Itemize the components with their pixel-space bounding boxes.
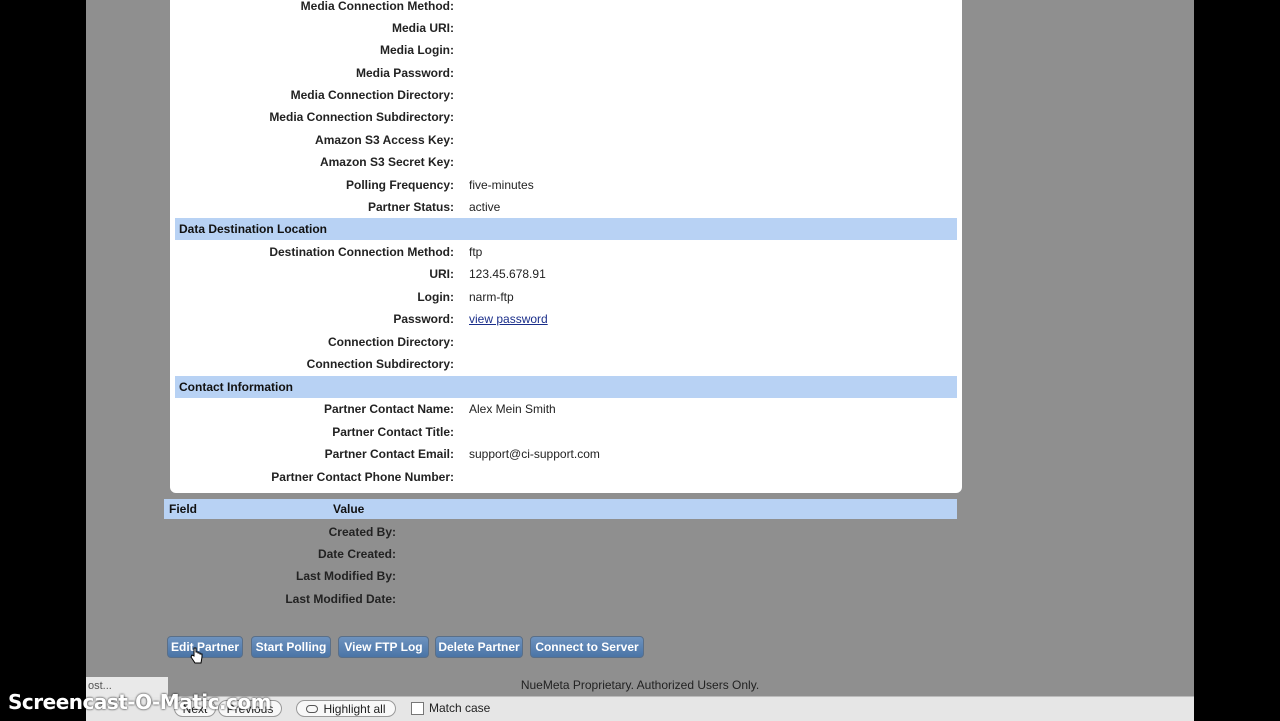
field-label: Polling Frequency:: [345, 178, 454, 192]
section-header-contact: Contact Information: [175, 376, 957, 398]
section-header-destination: Data Destination Location: [175, 218, 957, 240]
field-value: narm-ftp: [469, 290, 514, 304]
highlight-icon: [306, 704, 319, 713]
section-title: Contact Information: [179, 380, 293, 394]
field-row: Connection Subdirectory:: [170, 353, 962, 375]
field-row: Partner Status: active: [170, 196, 962, 218]
field-label: Destination Connection Method:: [269, 245, 454, 259]
field-row: Media Connection Method:: [170, 0, 962, 17]
field-row: Partner Contact Name: Alex Mein Smith: [170, 398, 962, 420]
field-label: Password:: [393, 312, 454, 326]
audit-table-header: Field Value: [164, 499, 957, 519]
field-label: Media Connection Method:: [300, 0, 454, 13]
field-label: Connection Subdirectory:: [306, 357, 454, 371]
field-row: Partner Contact Phone Number:: [170, 466, 962, 488]
field-row: Connection Directory:: [170, 331, 962, 353]
field-row: Partner Contact Title:: [170, 421, 962, 443]
field-label: Partner Status:: [367, 200, 454, 214]
field-value: five-minutes: [469, 178, 534, 192]
field-label: Partner Contact Phone Number:: [271, 470, 454, 484]
field-label: Partner Contact Name:: [323, 402, 454, 416]
audit-row: Date Created:: [164, 543, 464, 565]
field-label: Connection Directory:: [327, 335, 454, 349]
field-row: Partner Contact Email: support@ci-suppor…: [170, 443, 962, 465]
hand-cursor-icon: [190, 647, 203, 664]
field-value: support@ci-support.com: [469, 447, 600, 461]
field-label: Media Login:: [380, 43, 454, 57]
partner-detail-card: Media Connection Method: Media URI: Medi…: [170, 0, 962, 493]
audit-label: Date Created:: [317, 547, 396, 561]
field-label: Media Connection Directory:: [290, 88, 454, 102]
field-label: Login:: [417, 290, 454, 304]
match-case-label: Match case: [429, 701, 491, 715]
highlight-all-label: Highlight all: [323, 701, 386, 716]
audit-label: Last Modified By:: [295, 569, 396, 583]
field-value: Alex Mein Smith: [469, 402, 556, 416]
match-case-checkbox[interactable]: [411, 701, 424, 715]
field-label: URI:: [429, 267, 454, 281]
highlight-all-button[interactable]: Highlight all: [296, 700, 396, 717]
connect-to-server-button[interactable]: Connect to Server: [530, 636, 644, 658]
view-password-link[interactable]: view password: [469, 312, 548, 326]
field-row: Media URI:: [170, 17, 962, 39]
field-row: Polling Frequency: five-minutes: [170, 174, 962, 196]
field-row: Media Login:: [170, 39, 962, 61]
edit-partner-button[interactable]: Edit Partner: [167, 636, 243, 658]
field-value: ftp: [469, 245, 483, 259]
field-row: URI: 123.45.678.91: [170, 263, 962, 285]
field-row: Login: narm-ftp: [170, 286, 962, 308]
column-header-value: Value: [333, 502, 365, 516]
audit-label: Last Modified Date:: [285, 592, 396, 606]
field-row: Media Connection Directory:: [170, 84, 962, 106]
field-row: Amazon S3 Access Key:: [170, 129, 962, 151]
audit-row: Last Modified By:: [164, 565, 464, 587]
field-row: Destination Connection Method: ftp: [170, 241, 962, 263]
field-row: Media Password:: [170, 62, 962, 84]
match-case-option[interactable]: Match case: [411, 701, 490, 715]
field-label: Partner Contact Email:: [324, 447, 454, 461]
page-viewport: Media Connection Method: Media URI: Medi…: [86, 0, 1194, 696]
field-value: active: [469, 200, 501, 214]
field-row: Amazon S3 Secret Key:: [170, 151, 962, 173]
field-value: 123.45.678.91: [469, 267, 546, 281]
audit-row: Last Modified Date:: [164, 588, 464, 610]
audit-label: Created By:: [328, 525, 396, 539]
delete-partner-button[interactable]: Delete Partner: [435, 636, 523, 658]
section-title: Data Destination Location: [179, 222, 328, 236]
field-label: Partner Contact Title:: [332, 425, 454, 439]
column-header-field: Field: [169, 502, 198, 516]
field-label: Media Password:: [355, 66, 454, 80]
field-value: view password: [469, 312, 548, 326]
screencast-watermark: Screencast-O-Matic.com: [8, 690, 271, 714]
view-ftp-log-button[interactable]: View FTP Log: [338, 636, 429, 658]
field-label: Media Connection Subdirectory:: [269, 110, 454, 124]
field-row: Media Connection Subdirectory:: [170, 106, 962, 128]
field-label: Amazon S3 Access Key:: [315, 133, 454, 147]
field-label: Media URI:: [391, 21, 454, 35]
start-polling-button[interactable]: Start Polling: [251, 636, 331, 658]
field-row: Password: view password: [170, 308, 962, 330]
audit-row: Created By:: [164, 521, 464, 543]
field-label: Amazon S3 Secret Key:: [319, 155, 454, 169]
